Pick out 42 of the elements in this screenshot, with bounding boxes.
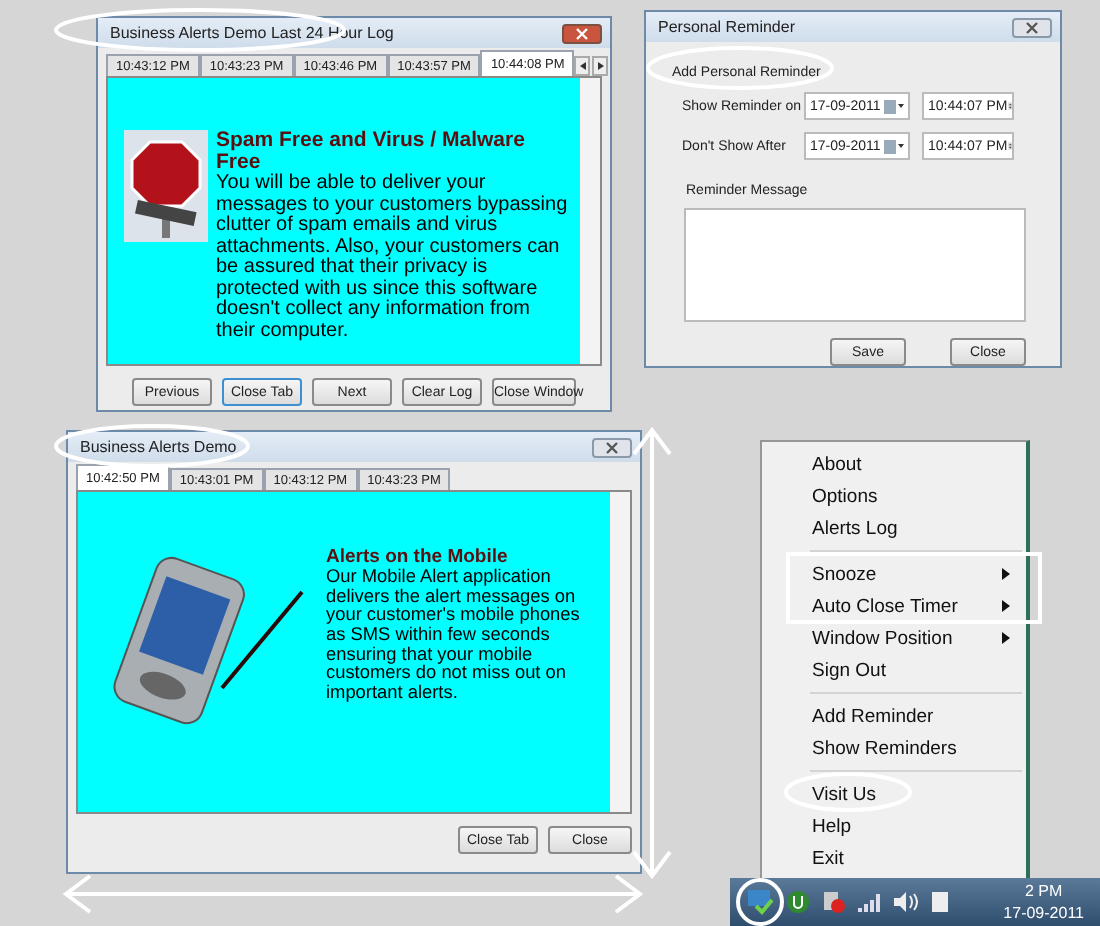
- stop-sign-drawing: [124, 130, 208, 242]
- right-arrow-icon: [597, 62, 604, 70]
- clock-time: 2 PM: [1025, 880, 1063, 902]
- menu-item[interactable]: Auto Close Timer: [762, 590, 1026, 622]
- close-icon: [576, 27, 588, 39]
- close-button[interactable]: [562, 23, 602, 43]
- article-text: Our Mobile Alert application delivers the alert messages on your customer's mobile phones as SMS within few seconds ensuring that your mobile customers do not miss out on important alerts.: [326, 567, 582, 704]
- menu-item[interactable]: Window Position: [762, 622, 1026, 654]
- scroll-right-button[interactable]: [592, 56, 609, 76]
- window-title: Personal Reminder: [658, 18, 795, 36]
- menu-item[interactable]: Alerts Log: [762, 512, 1026, 544]
- left-arrow-icon: [579, 62, 586, 70]
- menu-item[interactable]: Show Reminders: [762, 732, 1026, 764]
- menu-item[interactable]: Sign Out: [762, 654, 1026, 686]
- article-heading: Alerts on the Mobile: [326, 548, 510, 568]
- menu-item[interactable]: Help: [762, 810, 1026, 842]
- device-icon[interactable]: [930, 890, 950, 914]
- window-title: Business Alerts Demo: [80, 438, 237, 456]
- network-error-icon[interactable]: [822, 890, 846, 914]
- highlight-circle: [736, 878, 784, 926]
- menu-item[interactable]: Visit Us: [762, 778, 1026, 810]
- close-icon: [1026, 21, 1038, 33]
- scroll-left-button[interactable]: [574, 56, 591, 76]
- close-button[interactable]: [592, 437, 632, 457]
- menu-item[interactable]: Snooze: [762, 558, 1026, 590]
- calendar-dropdown-icon: [884, 99, 904, 113]
- article-heading: Spam Free and Virus / Malware Free: [216, 130, 527, 175]
- monitor-check-icon[interactable]: [746, 888, 774, 916]
- calendar-dropdown-icon: [884, 139, 904, 153]
- menu-item[interactable]: Options: [762, 480, 1026, 512]
- highlight-oval: [784, 772, 912, 812]
- speaker-icon[interactable]: [894, 892, 918, 912]
- close-icon: [606, 441, 618, 453]
- circle-u-icon[interactable]: [786, 890, 810, 914]
- article-text: You will be able to deliver your messages to your customers bypassing clutter of spam emails and virus attachments. Also, your customers can be assured that their privacy is protected with us since this software doesn't collect any information from their computer.: [216, 174, 568, 343]
- menu-item[interactable]: About: [762, 448, 1026, 480]
- message-field[interactable]: [684, 208, 1026, 322]
- menu-item[interactable]: Exit: [762, 842, 1026, 874]
- close-button[interactable]: [1012, 17, 1052, 37]
- signal-bars-icon[interactable]: [858, 892, 882, 912]
- menu-item[interactable]: Add Reminder: [762, 700, 1026, 732]
- clock-date: 17-09-2011: [1003, 902, 1084, 924]
